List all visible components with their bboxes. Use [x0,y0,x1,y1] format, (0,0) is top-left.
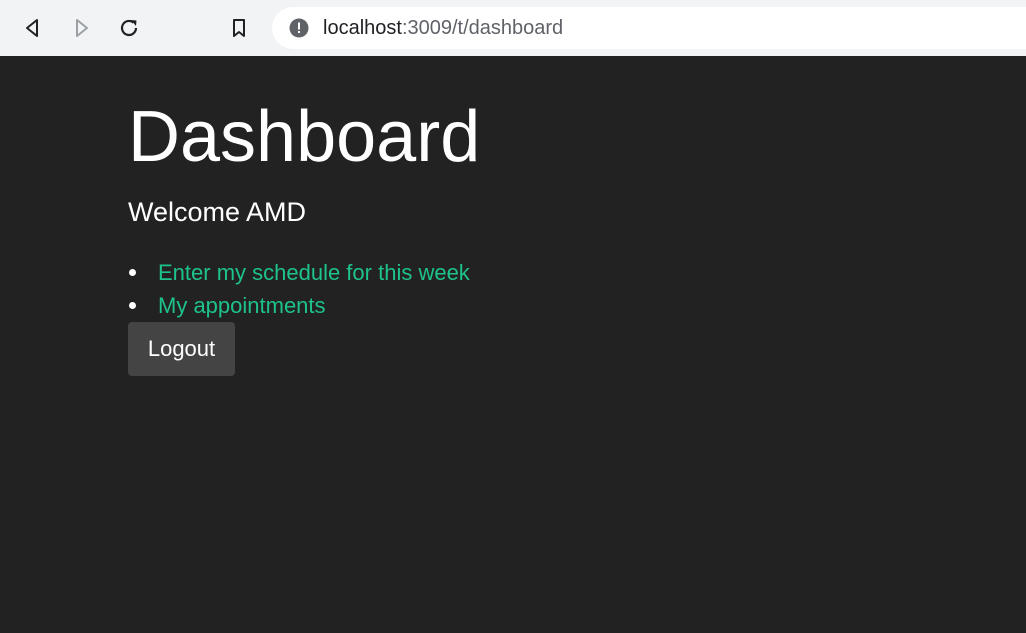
browser-toolbar: localhost:3009/t/dashboard [0,0,1026,56]
forward-arrow-icon [76,19,88,37]
back-arrow-icon [26,19,38,37]
welcome-message: Welcome AMD [128,195,306,229]
welcome-prefix: Welcome [128,197,247,227]
list-item: My appointments [128,289,470,322]
list-item: Enter my schedule for this week [128,256,470,289]
back-button[interactable] [17,12,49,44]
address-bar[interactable]: localhost:3009/t/dashboard [272,7,1026,49]
my-appointments-link[interactable]: My appointments [158,293,326,318]
info-icon[interactable] [289,18,309,38]
bullet-icon [129,302,136,309]
url-host: localhost [323,17,402,39]
user-name: AMD [246,197,307,227]
enter-schedule-link[interactable]: Enter my schedule for this week [158,260,470,285]
page-title: Dashboard [128,97,481,177]
bullet-icon [129,269,136,276]
logout-button[interactable]: Logout [128,322,235,376]
reload-icon [120,19,138,37]
bookmark-button[interactable] [223,12,255,44]
dashboard-menu: Enter my schedule for this week My appoi… [128,256,470,322]
forward-button[interactable] [65,12,97,44]
url-text[interactable]: localhost:3009/t/dashboard [323,16,563,40]
page-content: Dashboard Welcome AMD Enter my schedule … [128,56,1026,633]
bookmark-icon [233,19,245,37]
url-path: :3009/t/dashboard [401,17,564,39]
reload-button[interactable] [113,12,145,44]
